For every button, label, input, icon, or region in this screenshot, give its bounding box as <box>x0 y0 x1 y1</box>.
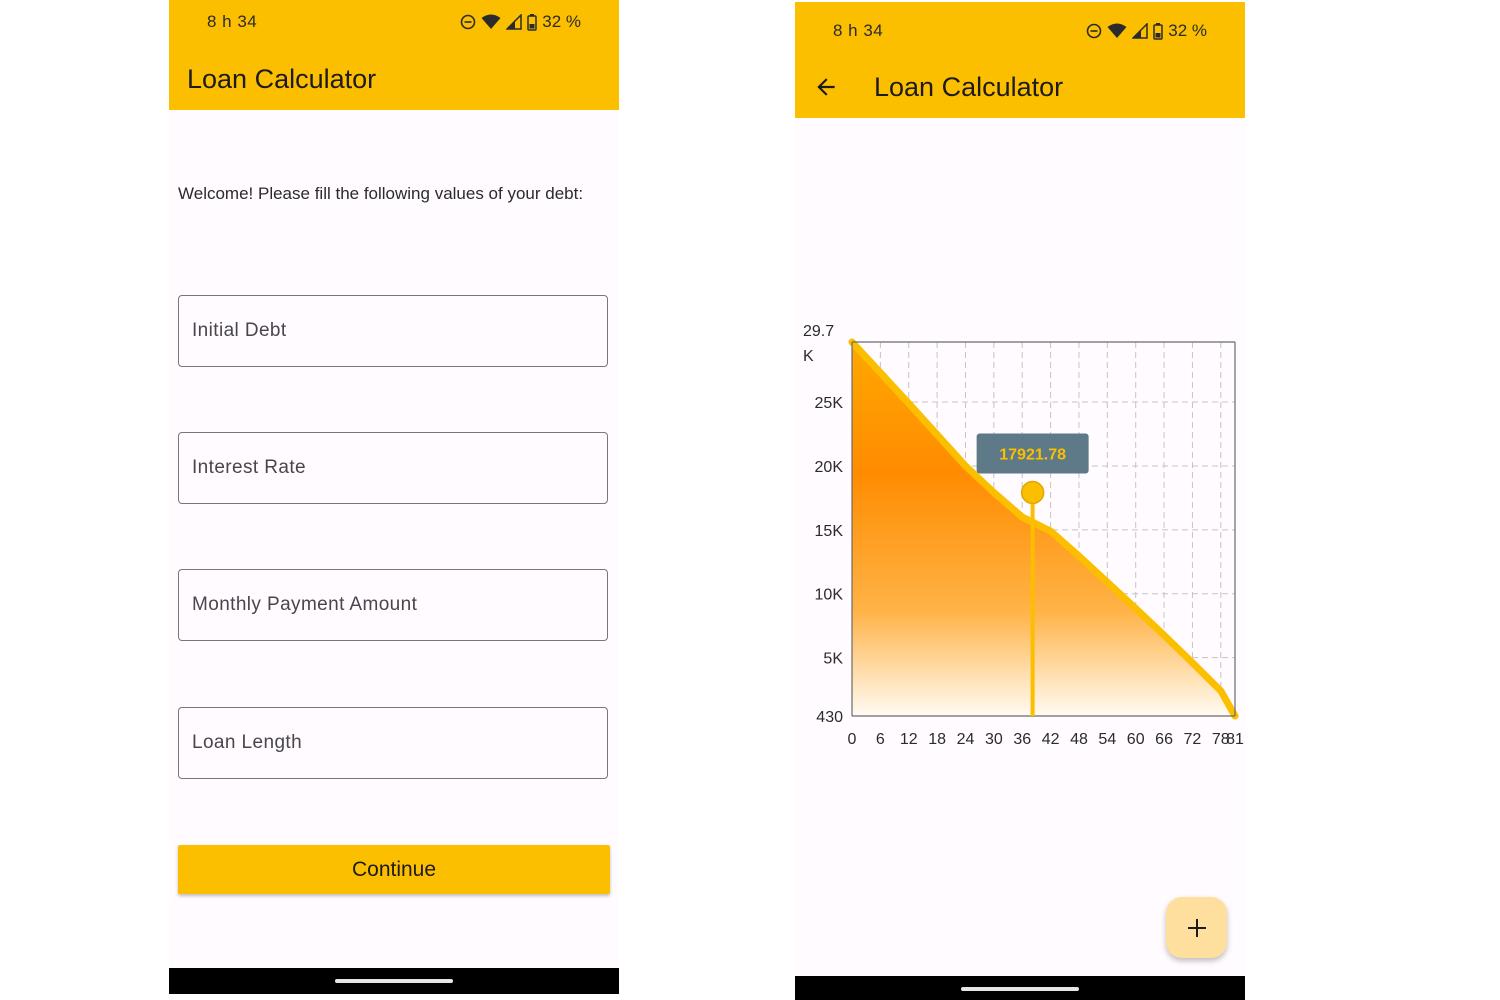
x-tick-label: 18 <box>928 731 946 748</box>
y-tick-label: 29.7 K <box>803 323 834 365</box>
navigation-bar <box>169 968 619 994</box>
status-icons: 32 % <box>460 12 581 32</box>
loan-length-input[interactable] <box>179 708 607 778</box>
debt-chart[interactable]: 430 5K 10K 15K 20K 25K 29.7 K 0 6 12 18 24 30 36 42 48 5… <box>795 2 1245 1000</box>
y-tick-label: 10K <box>815 587 844 604</box>
x-tick-label: 0 <box>848 731 857 748</box>
x-tick-label: 66 <box>1155 731 1173 748</box>
interest-rate-field[interactable] <box>178 432 608 504</box>
home-gesture-handle[interactable] <box>961 987 1079 991</box>
y-tick-label: 430 <box>816 709 843 726</box>
y-tick-label: 5K <box>823 651 843 668</box>
y-tick-label: 20K <box>815 459 844 476</box>
x-tick-label: 48 <box>1070 731 1088 748</box>
welcome-text: Welcome! Please fill the following value… <box>178 184 584 203</box>
interest-rate-input[interactable] <box>179 433 607 503</box>
x-tick-label: 54 <box>1098 731 1116 748</box>
monthly-payment-input[interactable] <box>179 570 607 640</box>
loan-length-field[interactable] <box>178 707 608 779</box>
y-tick-label-line: K <box>803 348 814 365</box>
y-axis-ticks: 430 5K 10K 15K 20K 25K 29.7 K <box>803 323 843 726</box>
x-tick-label: 24 <box>957 731 975 748</box>
app-title: Loan Calculator <box>187 64 377 94</box>
continue-button[interactable]: Continue <box>178 845 610 894</box>
initial-debt-input[interactable] <box>179 296 607 366</box>
monthly-payment-field[interactable] <box>178 569 608 641</box>
initial-debt-field[interactable] <box>178 295 608 367</box>
navigation-bar <box>795 976 1245 1000</box>
battery-level: 32 % <box>542 12 581 31</box>
x-tick-label: 12 <box>900 731 918 748</box>
x-tick-label: 81 <box>1226 731 1244 748</box>
add-fab-button[interactable] <box>1166 897 1227 958</box>
x-tick-label: 60 <box>1127 731 1145 748</box>
signal-icon <box>506 14 522 30</box>
x-tick-label: 36 <box>1013 731 1031 748</box>
y-tick-label: 25K <box>815 395 844 412</box>
touch-indicator-dot[interactable] <box>1020 480 1045 505</box>
tooltip-value: 17921.78 <box>999 446 1066 463</box>
status-time: 8 h 34 <box>207 12 258 31</box>
plus-icon <box>1187 918 1206 937</box>
y-tick-label-line: 29.7 <box>803 323 834 340</box>
x-tick-label: 30 <box>985 731 1003 748</box>
home-gesture-handle[interactable] <box>335 979 453 983</box>
x-tick-label: 72 <box>1184 731 1202 748</box>
loan-chart-screen: 8 h 34 32 % Loan Calculator 430 5K 10K 15K 2… <box>795 2 1245 1000</box>
x-axis-ticks: 0 6 12 18 24 30 36 42 48 54 60 66 72 7881 <box>848 731 1244 748</box>
app-bar: 8 h 34 32 % Loan Calculator <box>169 0 619 110</box>
x-tick-label: 6 <box>876 731 885 748</box>
y-tick-label: 15K <box>815 523 844 540</box>
battery-icon <box>527 13 537 31</box>
x-tick-label: 42 <box>1042 731 1060 748</box>
loan-form-screen: 8 h 34 32 % Loan Calculator Welcome! Ple… <box>169 0 619 994</box>
dnd-icon <box>460 14 476 30</box>
wifi-icon <box>481 14 501 29</box>
